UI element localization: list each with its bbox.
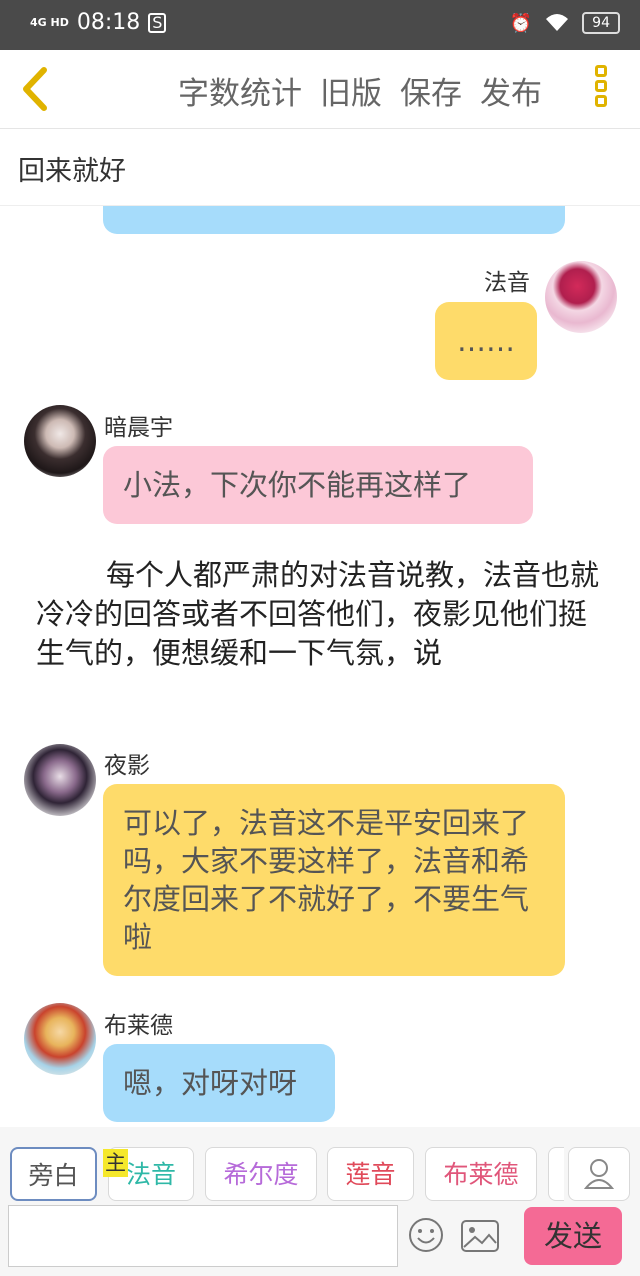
role-chip-bulaide[interactable]: 布莱德: [425, 1147, 537, 1201]
message-text: 嗯，对呀对呀: [123, 1066, 298, 1100]
main-character-badge: 主: [103, 1149, 128, 1177]
more-menu-icon[interactable]: [595, 65, 613, 113]
role-chip-lianyin[interactable]: 莲音: [327, 1147, 414, 1201]
avatar-bulaide[interactable]: [24, 1003, 96, 1075]
publish-button[interactable]: 发布: [480, 68, 542, 113]
speaker-name: 夜影: [104, 753, 150, 779]
message-bubble[interactable]: 可以了，法音这不是平安回来了吗，大家不要这样了，法音和希尔度回来了不就好了，不要…: [103, 784, 565, 976]
avatar-anchenyu[interactable]: [24, 405, 96, 477]
chat-area[interactable]: 法音 …… 暗晨宇 小法，下次你不能再这样了 每个人都严肃的对法音说教，法音也就…: [0, 206, 640, 1126]
network-indicator: 4G HD: [30, 16, 69, 29]
alarm-icon: ⏰: [509, 12, 533, 34]
message-bubble[interactable]: ……: [435, 302, 537, 380]
message-input[interactable]: [8, 1205, 398, 1267]
message-text: 小法，下次你不能再这样了: [123, 468, 472, 502]
old-version-button[interactable]: 旧版: [320, 68, 382, 113]
emoji-icon[interactable]: [408, 1217, 444, 1253]
chapter-title: 回来就好: [18, 156, 126, 187]
toolbar-actions: 字数统计 旧版 保存 发布: [178, 68, 560, 113]
image-icon[interactable]: [460, 1219, 500, 1253]
message-bubble[interactable]: 嗯，对呀对呀: [103, 1044, 335, 1122]
wifi-icon: [546, 14, 569, 31]
input-panel: 旁白 法音 主 希尔度 莲音 布莱德 发送: [0, 1127, 640, 1276]
role-chip-xierdu[interactable]: 希尔度: [205, 1147, 317, 1201]
role-chip-narrator[interactable]: 旁白: [10, 1147, 97, 1201]
avatar-yeying[interactable]: [24, 744, 96, 816]
message-text: 可以了，法音这不是平安回来了吗，大家不要这样了，法音和希尔度回来了不就好了，不要…: [123, 806, 530, 954]
role-chip-more[interactable]: [548, 1147, 564, 1201]
chapter-title-bar[interactable]: 回来就好: [0, 129, 640, 206]
editor-toolbar: 字数统计 旧版 保存 发布: [0, 50, 640, 129]
speaker-name: 布莱德: [104, 1013, 173, 1039]
send-button[interactable]: 发送: [524, 1207, 622, 1265]
status-bar: 4G HD 08:18 S ⏰ 94: [0, 0, 640, 50]
speaker-name: 暗晨宇: [104, 415, 173, 441]
status-right: ⏰ 94: [510, 12, 620, 34]
word-count-button[interactable]: 字数统计: [178, 68, 302, 113]
clock: 08:18: [76, 10, 141, 35]
message-text: ……: [457, 324, 515, 358]
speaker-name: 法音: [484, 270, 530, 296]
save-button[interactable]: 保存: [400, 68, 462, 113]
user-icon[interactable]: [568, 1147, 630, 1201]
narration-text[interactable]: 每个人都严肃的对法音说教，法音也就冷冷的回答或者不回答他们，夜影见他们挺生气的，…: [36, 556, 606, 673]
message-bubble[interactable]: 小法，下次你不能再这样了: [103, 446, 533, 524]
avatar-faying[interactable]: [545, 261, 617, 333]
battery-indicator: 94: [582, 12, 620, 34]
narration-content: 每个人都严肃的对法音说教，法音也就冷冷的回答或者不回答他们，夜影见他们挺生气的，…: [36, 558, 600, 670]
notification-icon: S: [148, 12, 167, 33]
back-arrow-icon[interactable]: [18, 66, 52, 112]
message-bubble-partial[interactable]: [103, 206, 565, 234]
status-left: 4G HD 08:18 S: [30, 10, 167, 35]
